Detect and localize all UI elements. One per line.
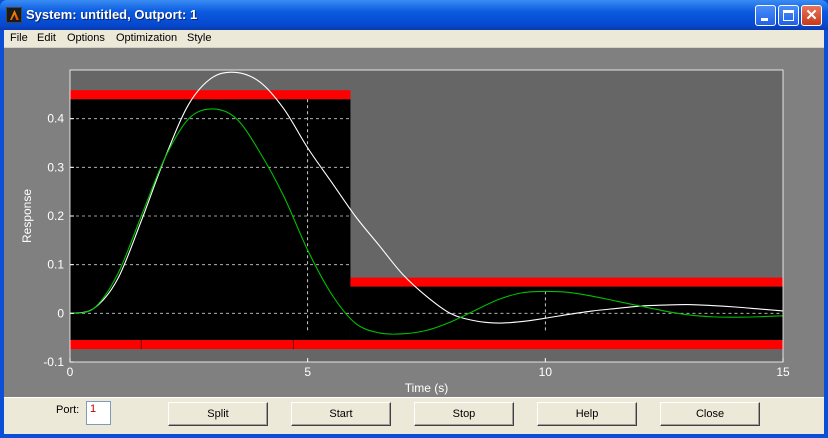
menu-file[interactable]: File xyxy=(10,32,28,44)
maximize-button[interactable] xyxy=(778,5,799,26)
upper-bound-bar-2 xyxy=(350,277,783,287)
lower-bound-bar-1 xyxy=(70,340,783,350)
minimize-icon xyxy=(761,18,768,21)
plot-panel: 0 5 10 15 -0.1 0 0.1 0.2 0.3 0.4 Time (s) Respons… xyxy=(4,48,824,397)
port-input[interactable]: 1 xyxy=(86,401,111,425)
close-icon: ✕ xyxy=(805,7,818,24)
window-title: System: untitled, Outport: 1 xyxy=(26,7,198,22)
x-tick-label: 5 xyxy=(304,365,311,379)
control-bar: Port: 1 Split Start Stop Help Close xyxy=(4,397,824,434)
upper-bound-bar-1 xyxy=(70,90,351,100)
y-axis-label: Response xyxy=(20,189,34,243)
app-window: System: untitled, Outport: 1 ✕ File Edit… xyxy=(0,0,828,438)
minimize-button[interactable] xyxy=(755,5,776,26)
matlab-icon xyxy=(6,7,22,23)
menu-bar: File Edit Options Optimization Style xyxy=(4,30,824,48)
split-button[interactable]: Split xyxy=(168,402,268,426)
title-bar[interactable]: System: untitled, Outport: 1 ✕ xyxy=(0,0,828,30)
port-label: Port: xyxy=(56,404,80,416)
x-tick-label: 0 xyxy=(67,365,74,379)
y-tick-label: 0.2 xyxy=(47,209,64,223)
maximize-icon xyxy=(783,10,794,21)
y-tick-label: 0 xyxy=(57,306,64,320)
y-tick-label: 0.3 xyxy=(47,160,64,174)
menu-options[interactable]: Options xyxy=(67,32,105,44)
start-button[interactable]: Start xyxy=(291,402,391,426)
menu-optimization[interactable]: Optimization xyxy=(116,32,177,44)
x-tick-label: 15 xyxy=(776,365,790,379)
y-tick-label: 0.4 xyxy=(47,112,64,126)
help-button[interactable]: Help xyxy=(537,402,637,426)
x-tick-label: 10 xyxy=(539,365,553,379)
close-window-button[interactable]: ✕ xyxy=(801,5,822,26)
client-area: File Edit Options Optimization Style 0 5 1… xyxy=(4,30,824,434)
y-tick-label: 0.1 xyxy=(47,258,64,272)
menu-edit[interactable]: Edit xyxy=(37,32,56,44)
x-axis-label: Time (s) xyxy=(405,381,449,395)
feasible-segment-1 xyxy=(70,99,351,341)
response-plot[interactable]: 0 5 10 15-0.100.10.20.30.4 Time (s) Respons… xyxy=(4,48,824,397)
menu-style[interactable]: Style xyxy=(187,32,211,44)
stop-button[interactable]: Stop xyxy=(414,402,514,426)
y-tick-label: -0.1 xyxy=(43,355,64,369)
close-button[interactable]: Close xyxy=(660,402,760,426)
